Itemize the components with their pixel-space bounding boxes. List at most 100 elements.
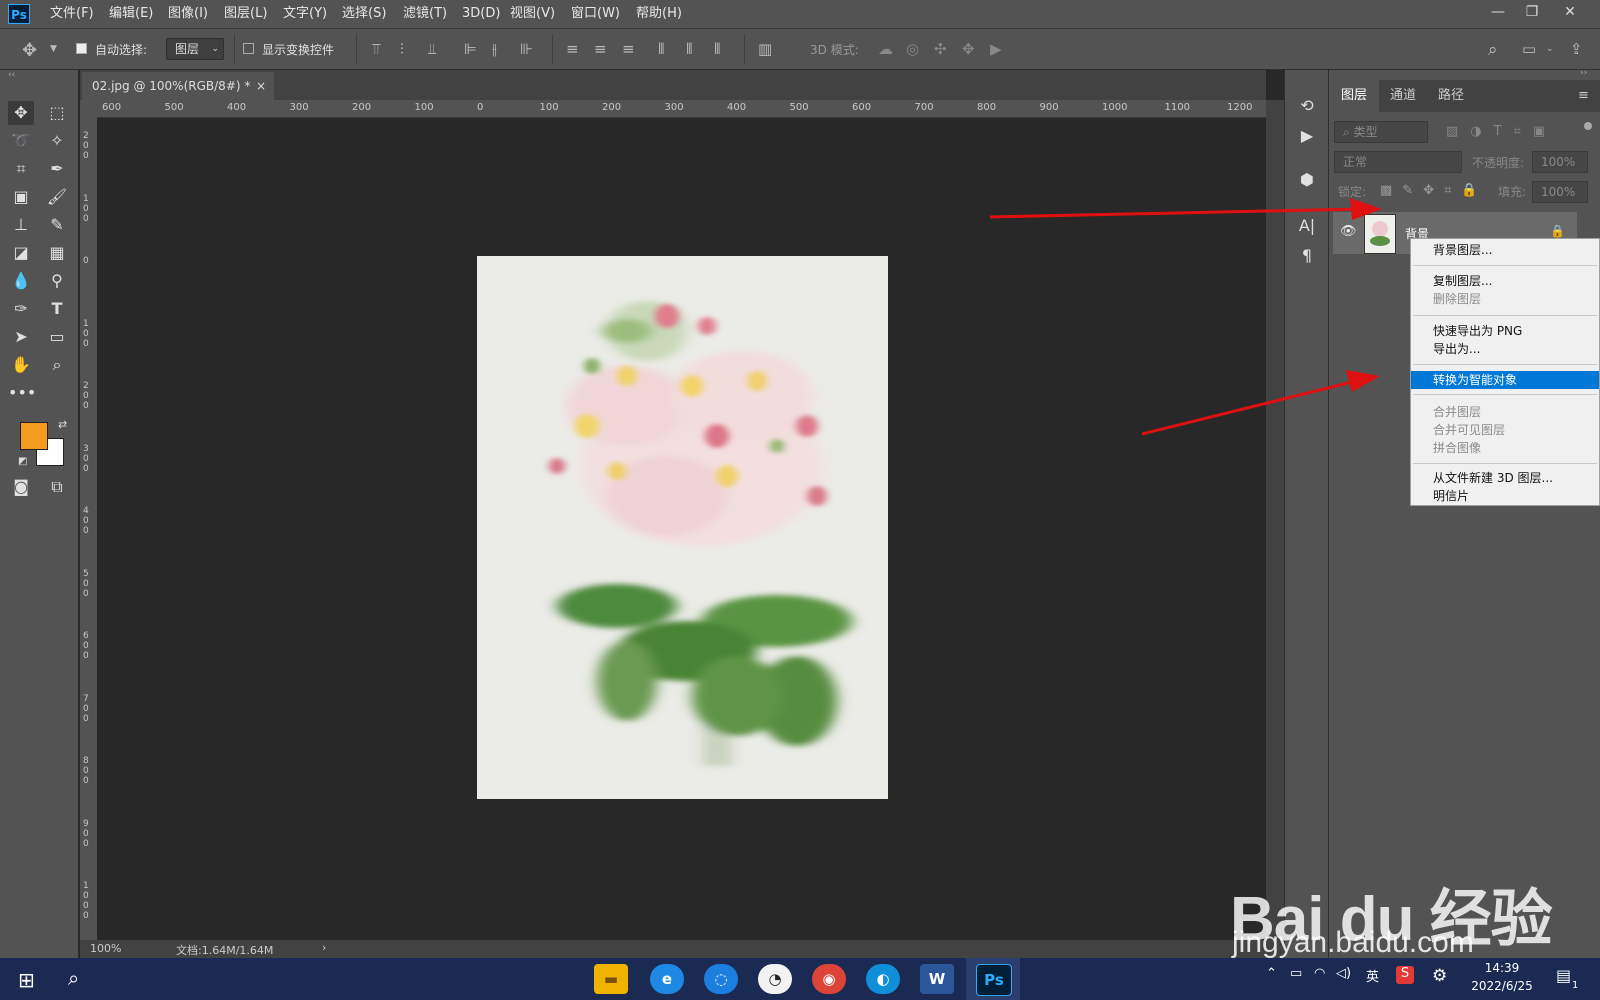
move-tool-icon[interactable]: ✥ bbox=[8, 101, 34, 125]
context-menu-item-8[interactable]: 拼合图像 bbox=[1411, 439, 1599, 457]
align-right-icon[interactable]: ⊪ bbox=[520, 40, 533, 58]
context-menu-item-1[interactable]: 复制图层... bbox=[1411, 272, 1599, 290]
gradient-tool-icon[interactable]: ▦ bbox=[44, 241, 70, 265]
paragraph-panel-icon[interactable]: ¶ bbox=[1296, 246, 1318, 265]
context-menu-item-9[interactable]: 从文件新建 3D 图层... bbox=[1411, 469, 1599, 487]
marquee-tool-icon[interactable]: ⬚ bbox=[44, 101, 70, 125]
filter-toggle-icon[interactable] bbox=[1584, 122, 1592, 130]
show-transform-checkbox[interactable] bbox=[243, 43, 254, 54]
volume-icon[interactable]: ◁) bbox=[1336, 966, 1351, 981]
word-icon[interactable]: W bbox=[920, 964, 954, 994]
align-top-icon[interactable]: ⫪ bbox=[372, 40, 380, 58]
distribute-bottom-icon[interactable]: ≡ bbox=[622, 40, 635, 58]
menu-item-5[interactable]: 选择(S) bbox=[342, 0, 386, 28]
distribute-hcenter-icon[interactable]: ⦀ bbox=[686, 40, 693, 58]
tab-channels[interactable]: 通道 bbox=[1378, 80, 1428, 112]
chevron-right-icon[interactable]: › bbox=[322, 941, 326, 954]
hand-tool-icon[interactable]: ✋ bbox=[8, 353, 34, 377]
menu-item-10[interactable]: 帮助(H) bbox=[636, 0, 682, 28]
lasso-tool-icon[interactable]: ➰ bbox=[8, 129, 34, 153]
auto-align-icon[interactable]: ▥ bbox=[758, 40, 772, 58]
foreground-color-swatch[interactable] bbox=[20, 422, 48, 450]
wifi-icon[interactable]: ◠ bbox=[1314, 966, 1325, 981]
menu-item-2[interactable]: 图像(I) bbox=[168, 0, 208, 28]
align-bottom-icon[interactable]: ⫫ bbox=[428, 40, 436, 58]
context-menu-item-2[interactable]: 删除图层 bbox=[1411, 290, 1599, 308]
3d-pan-icon[interactable]: ✣ bbox=[934, 40, 947, 58]
quick-mask-icon[interactable]: ◙ bbox=[8, 475, 34, 499]
eyedropper-tool-icon[interactable]: ✒ bbox=[44, 157, 70, 181]
pen-tool-icon[interactable]: ✑ bbox=[8, 297, 34, 321]
edge-icon[interactable]: ◐ bbox=[866, 964, 900, 994]
photoshop-taskbar-icon[interactable]: Ps bbox=[976, 964, 1012, 996]
magic-wand-tool-icon[interactable]: ✧ bbox=[44, 129, 70, 153]
browser-e-icon[interactable]: e bbox=[650, 964, 684, 994]
chat-app-icon[interactable]: ◌ bbox=[704, 964, 738, 994]
ime-indicator[interactable]: 英 bbox=[1366, 966, 1379, 985]
qq-penguin-icon[interactable]: ◔ bbox=[758, 964, 792, 994]
workspace-icon[interactable]: ▭ bbox=[1522, 40, 1536, 58]
menu-item-1[interactable]: 编辑(E) bbox=[109, 0, 153, 28]
default-colors-icon[interactable]: ◩ bbox=[18, 456, 27, 467]
flower-image[interactable] bbox=[477, 256, 888, 799]
chevron-down-icon[interactable]: ⌄ bbox=[1546, 44, 1554, 54]
distribute-vcenter-icon[interactable]: ≡ bbox=[594, 40, 607, 58]
auto-select-checkbox[interactable] bbox=[76, 43, 87, 54]
windows-start-icon[interactable]: ⊞ bbox=[18, 968, 35, 992]
lock-icons[interactable]: ▩✎✥⌗🔒 bbox=[1380, 183, 1488, 198]
search-icon[interactable]: ⌕ bbox=[68, 966, 79, 990]
screen-mode-icon[interactable]: ⧉ bbox=[44, 475, 70, 499]
dodge-tool-icon[interactable]: ⚲ bbox=[44, 269, 70, 293]
swap-colors-icon[interactable]: ⇄ bbox=[58, 418, 67, 431]
document-tab[interactable]: 02.jpg @ 100%(RGB/8#) * × bbox=[82, 72, 274, 100]
layer-filter-icons[interactable]: ▨◑T⌗▣ bbox=[1446, 124, 1557, 139]
tab-layers[interactable]: 图层 bbox=[1329, 80, 1380, 112]
search-icon[interactable]: ⌕ bbox=[1488, 40, 1498, 60]
menu-item-4[interactable]: 文字(Y) bbox=[283, 0, 327, 28]
sogou-ime-icon[interactable]: S bbox=[1396, 966, 1414, 984]
opacity-field[interactable]: 100% bbox=[1532, 151, 1588, 173]
menu-item-7[interactable]: 3D(D) bbox=[462, 0, 500, 28]
history-brush-tool-icon[interactable]: ✎ bbox=[44, 213, 70, 237]
clock-time[interactable]: 14:39 bbox=[1470, 961, 1534, 975]
clock-date[interactable]: 2022/6/25 bbox=[1466, 979, 1538, 993]
actions-play-icon[interactable]: ▶ bbox=[1296, 126, 1318, 145]
minimize-button[interactable]: — bbox=[1480, 0, 1516, 24]
tab-paths[interactable]: 路径 bbox=[1426, 80, 1476, 112]
path-select-tool-icon[interactable]: ➤ bbox=[8, 325, 34, 349]
stamp-tool-icon[interactable]: ⊥ bbox=[8, 213, 34, 237]
3d-panel-icon[interactable]: ⬢ bbox=[1296, 170, 1318, 189]
vertical-scrollbar[interactable] bbox=[1266, 100, 1284, 940]
ruler-origin[interactable] bbox=[80, 100, 97, 117]
brush-tool-icon[interactable]: 🖌 bbox=[44, 185, 70, 209]
vertical-ruler[interactable]: 20010001002003004005006007008009001000 bbox=[80, 117, 98, 940]
context-menu-item-3[interactable]: 快速导出为 PNG bbox=[1411, 322, 1599, 340]
type-tool-icon[interactable]: T bbox=[44, 297, 70, 321]
context-menu-item-4[interactable]: 导出为... bbox=[1411, 340, 1599, 358]
distribute-right-icon[interactable]: ⦀ bbox=[714, 40, 721, 58]
restore-button[interactable]: ❐ bbox=[1514, 0, 1550, 24]
settings-gear-icon[interactable]: ⚙ bbox=[1432, 966, 1447, 986]
menu-item-9[interactable]: 窗口(W) bbox=[571, 0, 620, 28]
file-explorer-icon[interactable]: ▬ bbox=[594, 964, 628, 994]
3d-slide-icon[interactable]: ✥ bbox=[962, 40, 975, 58]
panel-menu-icon[interactable]: ≡ bbox=[1578, 88, 1589, 103]
rectangle-tool-icon[interactable]: ▭ bbox=[44, 325, 70, 349]
collapse-icon[interactable]: ›› bbox=[1580, 68, 1587, 78]
context-menu-item-10[interactable]: 明信片 bbox=[1411, 487, 1599, 505]
crop-tool-icon[interactable]: ⌗ bbox=[8, 157, 34, 181]
3d-roll-icon[interactable]: ◎ bbox=[906, 40, 919, 58]
history-panel-icon[interactable]: ⟲ bbox=[1296, 96, 1318, 115]
chevron-down-icon[interactable]: ▼ bbox=[50, 44, 57, 54]
3d-orbit-icon[interactable]: ☁ bbox=[878, 40, 893, 58]
fill-field[interactable]: 100% bbox=[1532, 181, 1588, 203]
zoom-level[interactable]: 100% bbox=[90, 942, 121, 955]
auto-select-dropdown[interactable]: 图层 ⌄ bbox=[166, 38, 224, 60]
notification-icon[interactable]: ▤ bbox=[1556, 966, 1571, 985]
chevron-up-icon[interactable]: ⌃ bbox=[1266, 966, 1277, 981]
collapse-icon[interactable]: ‹‹ bbox=[8, 70, 15, 80]
align-vcenter-icon[interactable]: ⫶ bbox=[400, 40, 404, 58]
distribute-left-icon[interactable]: ⦀ bbox=[658, 40, 665, 58]
3d-scale-icon[interactable]: ▶ bbox=[990, 40, 1002, 58]
move-tool-icon[interactable]: ✥ bbox=[22, 40, 37, 61]
